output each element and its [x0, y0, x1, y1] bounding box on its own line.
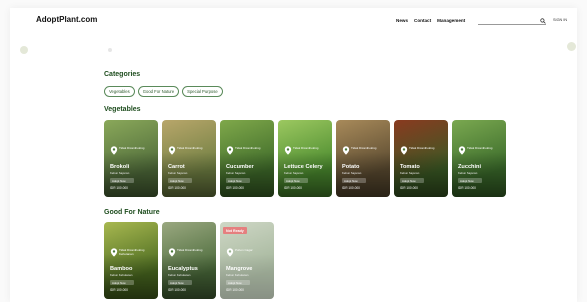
decorative-dot	[20, 46, 28, 54]
search-box	[478, 17, 546, 25]
card-location: Kebun Sayuran	[284, 171, 304, 175]
location-pin-icon	[110, 248, 118, 257]
vegetables-row: Tidak Dicanthoking Brokoli Kebun Sayuran…	[104, 120, 506, 197]
card-price: IDR 100.000	[342, 186, 360, 190]
plant-card[interactable]: Pohon Cagar Mangrove Kebun Kehutanan Ado…	[220, 222, 274, 299]
card-name: Eucalyptus	[168, 266, 198, 272]
adopt-now-button[interactable]: Adopt Now	[226, 178, 250, 183]
card-name: Brokoli	[110, 164, 130, 170]
card-name: Carrot	[168, 164, 185, 170]
nature-title: Good For Nature	[104, 209, 160, 216]
card-price: IDR 100.000	[110, 288, 128, 292]
card-type: Pohon Cagar	[235, 248, 253, 252]
adopt-now-button[interactable]: Adopt Now	[168, 178, 192, 183]
search-input[interactable]	[482, 17, 540, 24]
location-pin-icon	[226, 146, 234, 155]
card-type: Tidak Dicanthoking	[177, 146, 203, 150]
nav-contact[interactable]: Contact	[414, 18, 431, 23]
card-price: IDR 100.000	[226, 186, 244, 190]
card-type: Tidak Dicanthoking	[293, 146, 319, 150]
card-name: Bamboo	[110, 266, 133, 272]
plant-card[interactable]: Tidak Dicanthoking Eucalyptus Kebun Kehu…	[162, 222, 216, 299]
card-location: Kebun Sayuran	[110, 171, 130, 175]
card-price: IDR 100.000	[168, 288, 186, 292]
card-price: IDR 100.000	[400, 186, 418, 190]
card-type: Tidak Dicanthoking	[177, 248, 203, 252]
card-name: Zucchini	[458, 164, 481, 170]
card-price: IDR 100.000	[110, 186, 128, 190]
nature-row: Tidak Dicanthoking Kehutanan Bamboo Kebu…	[104, 222, 274, 299]
plant-card[interactable]: Tidak Dicanthoking Tomato Kebun Sayuran …	[394, 120, 448, 197]
card-location: Kebun Sayuran	[226, 171, 246, 175]
chip-special-purpose[interactable]: Special Purpose	[182, 86, 223, 97]
plant-card[interactable]: Tidak Dicanthoking Kehutanan Bamboo Kebu…	[104, 222, 158, 299]
chip-good-for-nature[interactable]: Good For Nature	[137, 86, 180, 97]
card-price: IDR 100.000	[226, 288, 244, 292]
location-pin-icon	[226, 248, 234, 257]
plant-card[interactable]: Tidak Dicanthoking Potato Kebun Sayuran …	[336, 120, 390, 197]
card-type: Tidak Dicanthoking	[467, 146, 493, 150]
adopt-now-button[interactable]: Adopt Now	[110, 178, 134, 183]
decorative-dot	[567, 42, 576, 51]
location-pin-icon	[168, 146, 176, 155]
top-header: AdoptPlant.com News Contact Management S…	[10, 8, 577, 34]
card-location: Kebun Sayuran	[458, 171, 478, 175]
adopt-now-button[interactable]: Adopt Now	[284, 178, 308, 183]
main-nav: News Contact Management	[396, 18, 465, 23]
not-ready-badge: Not Ready	[223, 227, 247, 234]
card-name: Tomato	[400, 164, 420, 170]
card-location: Kebun Kehutanan	[226, 273, 249, 277]
adopt-now-button[interactable]: Adopt Now	[342, 178, 366, 183]
sign-in-link[interactable]: SIGN IN	[553, 18, 567, 22]
plant-card[interactable]: Tidak Dicanthoking Cucumber Kebun Sayura…	[220, 120, 274, 197]
adopt-now-button[interactable]: Adopt Now	[226, 280, 250, 285]
card-name: Mangrove	[226, 266, 253, 272]
plant-card[interactable]: Tidak Dicanthoking Zucchini Kebun Sayura…	[452, 120, 506, 197]
nav-news[interactable]: News	[396, 18, 408, 23]
location-pin-icon	[342, 146, 350, 155]
card-name: Lettuce Celery	[284, 164, 323, 170]
card-price: IDR 100.000	[168, 186, 186, 190]
card-type: Tidak Dicanthoking Kehutanan	[119, 248, 145, 256]
vegetables-title: Vegetables	[104, 106, 141, 113]
decorative-dot	[108, 48, 112, 52]
adopt-now-button[interactable]: Adopt Now	[400, 178, 424, 183]
card-type: Tidak Dicanthoking	[351, 146, 377, 150]
chip-vegetables[interactable]: Vegetables	[104, 86, 135, 97]
card-price: IDR 100.000	[458, 186, 476, 190]
search-icon[interactable]	[540, 17, 546, 24]
adopt-now-button[interactable]: Adopt Now	[458, 178, 482, 183]
site-logo[interactable]: AdoptPlant.com	[36, 15, 97, 24]
card-location: Kebun Kehutanan	[168, 273, 191, 277]
card-type: Tidak Dicanthoking	[409, 146, 435, 150]
card-location: Kebun Sayuran	[342, 171, 362, 175]
location-pin-icon	[110, 146, 118, 155]
card-type: Tidak Dicanthoking	[119, 146, 145, 150]
location-pin-icon	[284, 146, 292, 155]
location-pin-icon	[168, 248, 176, 257]
card-type: Tidak Dicanthoking	[235, 146, 261, 150]
card-location: Kebun Sayuran	[168, 171, 188, 175]
card-price: IDR 100.000	[284, 186, 302, 190]
adopt-now-button[interactable]: Adopt Now	[110, 280, 134, 285]
category-chips: Vegetables Good For Nature Special Purpo…	[104, 86, 223, 97]
card-location: Kebun Kehutanan	[110, 273, 133, 277]
adopt-now-button[interactable]: Adopt Now	[168, 280, 192, 285]
screen-background: AdoptPlant.com News Contact Management S…	[0, 0, 587, 302]
plant-card[interactable]: Tidak Dicanthoking Brokoli Kebun Sayuran…	[104, 120, 158, 197]
location-pin-icon	[400, 146, 408, 155]
card-name: Potato	[342, 164, 360, 170]
plant-card[interactable]: Tidak Dicanthoking Lettuce Celery Kebun …	[278, 120, 332, 197]
card-name: Cucumber	[226, 164, 254, 170]
plant-card[interactable]: Tidak Dicanthoking Carrot Kebun Sayuran …	[162, 120, 216, 197]
page-container: AdoptPlant.com News Contact Management S…	[10, 8, 577, 302]
categories-title: Categories	[104, 71, 141, 78]
location-pin-icon	[458, 146, 466, 155]
card-location: Kebun Sayuran	[400, 171, 420, 175]
nav-management[interactable]: Management	[437, 18, 465, 23]
